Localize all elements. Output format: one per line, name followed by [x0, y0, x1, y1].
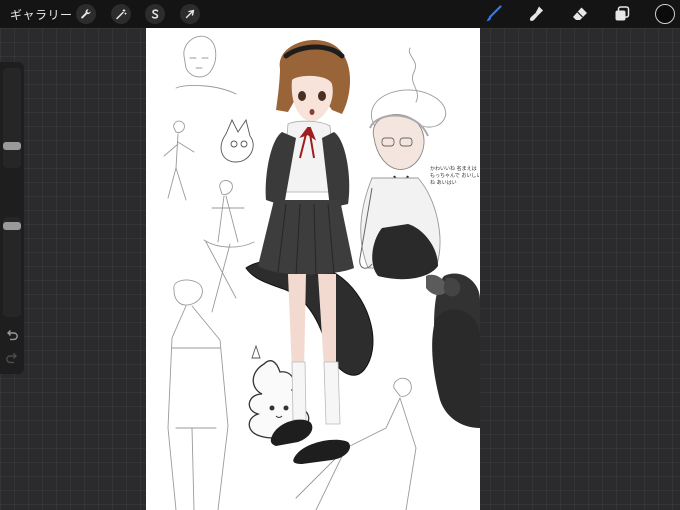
left-sidebar	[0, 62, 24, 374]
opacity-slider[interactable]	[3, 217, 21, 317]
magic-wand-icon[interactable]	[111, 4, 131, 24]
dark-shape	[245, 259, 374, 376]
top-toolbar: ギャラリー	[0, 0, 680, 28]
color-picker-well[interactable]	[655, 4, 675, 24]
opacity-thumb[interactable]	[3, 221, 21, 230]
handwritten-note: かわいいね 名まえは もっちゃんで おいしいね あいはい	[430, 166, 480, 186]
selection-s-icon[interactable]	[145, 4, 165, 24]
second-character-sketch	[359, 113, 441, 280]
brush-size-thumb[interactable]	[3, 141, 21, 150]
layers-icon[interactable]	[612, 4, 632, 24]
eraser-icon[interactable]	[570, 4, 590, 24]
undo-icon[interactable]	[4, 328, 20, 342]
drawing-canvas[interactable]: かわいいね 名まえは もっちゃんで おいしいね あいはい	[146, 28, 480, 510]
arrow-cursor-icon[interactable]	[180, 4, 200, 24]
redo-icon[interactable]	[4, 351, 20, 365]
wrench-icon[interactable]	[76, 4, 96, 24]
gallery-button[interactable]: ギャラリー	[10, 6, 73, 23]
brush-icon[interactable]	[484, 4, 504, 24]
smudge-icon[interactable]	[527, 4, 547, 24]
brush-size-slider[interactable]	[3, 68, 21, 168]
